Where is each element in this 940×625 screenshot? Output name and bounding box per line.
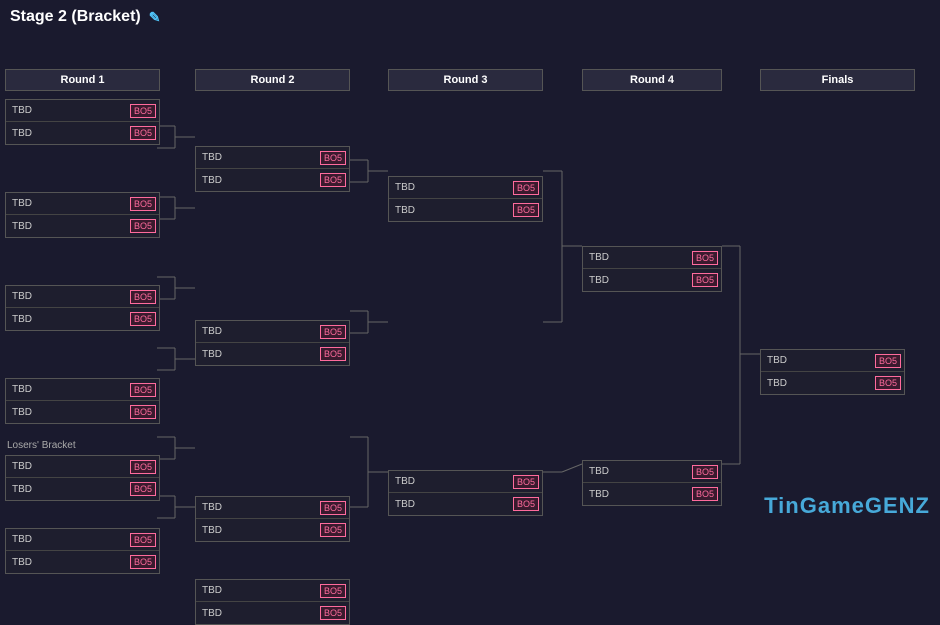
r1-match5: TBD BO5 TBD BO5 — [5, 455, 160, 501]
r4-match1: TBD BO5 TBD BO5 — [582, 246, 722, 292]
round2-column: Round 2 TBD BO5 TBD BO5 TBD BO5 TBD BO5 — [195, 69, 350, 625]
r1-match1: TBD BO5 TBD BO5 — [5, 99, 160, 145]
round3-column: Round 3 TBD BO5 TBD BO5 TBD BO5 TBD BO5 — [388, 69, 543, 516]
edit-icon[interactable]: ✎ — [149, 9, 161, 26]
finals-header: Finals — [760, 69, 915, 91]
r2-match1: TBD BO5 TBD BO5 — [195, 146, 350, 192]
watermark: TinGameGENZ — [764, 493, 930, 519]
r2-match4: TBD BO5 TBD BO5 — [195, 579, 350, 625]
round1-header: Round 1 — [5, 69, 160, 91]
round3-header: Round 3 — [388, 69, 543, 91]
r1-match2: TBD BO5 TBD BO5 — [5, 192, 160, 238]
finals-column: Finals TBD BO5 TBD BO5 — [760, 69, 915, 395]
r3-match1: TBD BO5 TBD BO5 — [388, 176, 543, 222]
losers-bracket-label: Losers' Bracket — [5, 436, 160, 453]
round4-column: Round 4 TBD BO5 TBD BO5 TBD BO5 TBD BO5 — [582, 69, 722, 506]
round2-header: Round 2 — [195, 69, 350, 91]
r2-match2: TBD BO5 TBD BO5 — [195, 320, 350, 366]
finals-match: TBD BO5 TBD BO5 — [760, 349, 905, 395]
r4-match2: TBD BO5 TBD BO5 — [582, 460, 722, 506]
r1-match6: TBD BO5 TBD BO5 — [5, 528, 160, 574]
round4-header: Round 4 — [582, 69, 722, 91]
r1-match4: TBD BO5 TBD BO5 — [5, 378, 160, 424]
r2-match3: TBD BO5 TBD BO5 — [195, 496, 350, 542]
r1-match3: TBD BO5 TBD BO5 — [5, 285, 160, 331]
r3-match2: TBD BO5 TBD BO5 — [388, 470, 543, 516]
page-title: Stage 2 (Bracket) ✎ — [0, 0, 940, 34]
round1-column: Round 1 TBD BO5 TBD BO5 TBD BO5 TBD BO5 — [5, 69, 160, 574]
